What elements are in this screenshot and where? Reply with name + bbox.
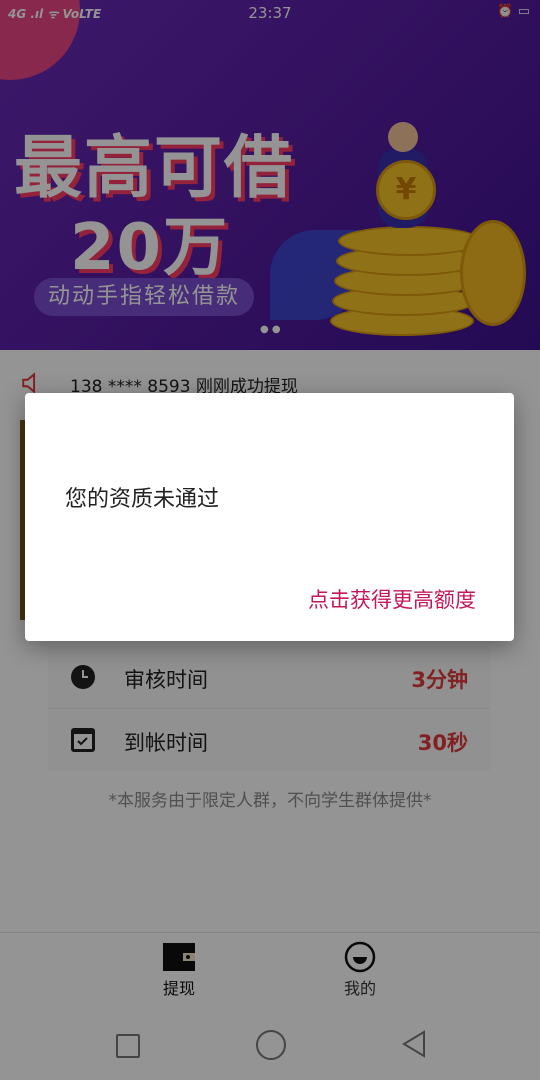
dialog-message: 您的资质未通过 (65, 487, 220, 512)
get-higher-limit-button[interactable]: 点击获得更高额度 (308, 584, 476, 614)
qualification-dialog: 您的资质未通过 点击获得更高额度 (25, 393, 514, 641)
